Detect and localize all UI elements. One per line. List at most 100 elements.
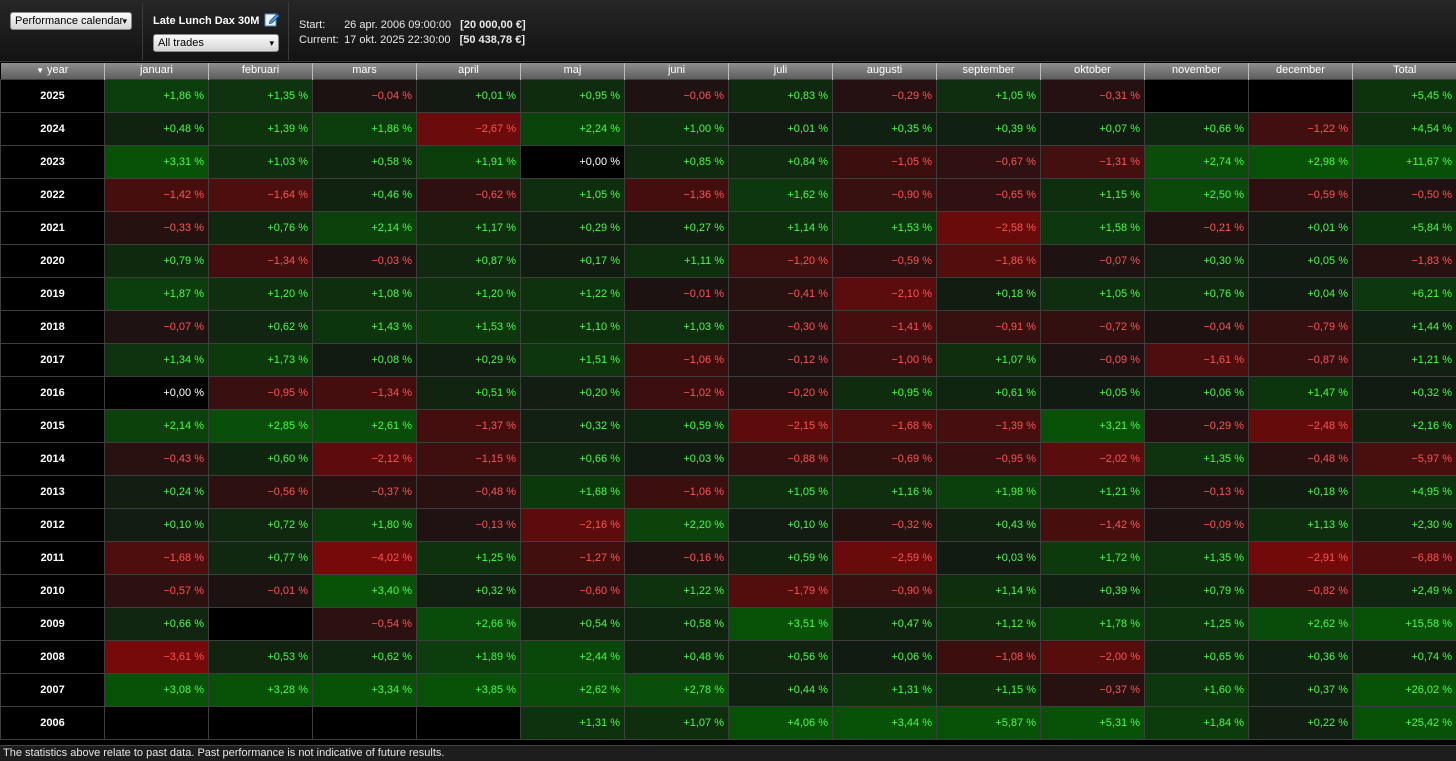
month-cell: −1,86 % [936,243,1041,278]
month-cell: −0,95 % [936,441,1041,476]
month-cell: +1,05 % [520,177,625,212]
month-cell: −0,91 % [936,309,1041,344]
month-cell: −0,37 % [1040,672,1145,707]
month-cell: −0,59 % [1248,177,1353,212]
month-cell: +0,32 % [520,408,625,443]
month-cell: +1,07 % [624,705,729,740]
month-cell: −0,67 % [936,144,1041,179]
total-cell: +0,74 % [1352,639,1456,674]
column-header-11[interactable]: november [1144,63,1249,79]
month-cell: +1,31 % [520,705,625,740]
month-cell: −0,33 % [104,210,209,245]
column-header-label: juli [773,64,788,77]
month-cell: +1,86 % [104,78,209,113]
month-cell: −0,01 % [624,276,729,311]
month-cell: +5,31 % [1040,705,1145,740]
table-row: 2008 −3,61 % +0,53 % +0,62 % +1,89 % +2,44 % +… [0,639,1456,674]
month-cell: −1,02 % [624,375,729,410]
month-cell: +2,61 % [312,408,417,443]
month-cell: +0,20 % [520,375,625,410]
month-cell: +0,01 % [1248,210,1353,245]
column-header-12[interactable]: december [1248,63,1353,79]
month-cell: +5,87 % [936,705,1041,740]
trades-filter-select[interactable]: All trades ▾ [153,34,279,52]
month-cell: −0,41 % [728,276,833,311]
year-cell: 2024 [0,111,105,146]
month-cell: +1,15 % [1040,177,1145,212]
month-cell [104,705,209,740]
year-cell: 2016 [0,375,105,410]
column-header-4[interactable]: april [416,63,521,79]
month-cell: −1,61 % [1144,342,1249,377]
total-cell: +1,44 % [1352,309,1456,344]
table-row: 2015 +2,14 % +2,85 % +2,61 % −1,37 % +0,32 % +… [0,408,1456,443]
month-cell: +1,98 % [936,474,1041,509]
month-cell: −0,82 % [1248,573,1353,608]
month-cell: +0,29 % [520,210,625,245]
month-cell: −1,06 % [624,342,729,377]
system-name: Late Lunch Dax 30M [153,15,260,27]
column-header-0[interactable]: ▼ year [0,63,105,79]
month-cell: −0,54 % [312,606,417,641]
month-cell: +0,06 % [1144,375,1249,410]
column-header-13[interactable]: Total [1352,63,1456,79]
column-header-6[interactable]: juni [624,63,729,79]
total-cell: +2,49 % [1352,573,1456,608]
month-cell: −0,87 % [1248,342,1353,377]
year-cell: 2023 [0,144,105,179]
column-header-10[interactable]: oktober [1040,63,1145,79]
year-cell: 2008 [0,639,105,674]
month-cell: +0,59 % [728,540,833,575]
month-cell [208,705,313,740]
month-cell: +2,14 % [104,408,209,443]
month-cell: +1,25 % [1144,606,1249,641]
column-header-label: september [962,64,1015,77]
edit-icon[interactable] [264,11,280,27]
month-cell [416,705,521,740]
month-cell: −2,15 % [728,408,833,443]
month-cell: +1,80 % [312,507,417,542]
column-header-7[interactable]: juli [728,63,833,79]
month-cell: −0,59 % [832,243,937,278]
month-cell: +1,39 % [208,111,313,146]
month-cell: +0,06 % [832,639,937,674]
month-cell: −1,34 % [312,375,417,410]
month-cell: +2,74 % [1144,144,1249,179]
column-header-2[interactable]: februari [208,63,313,79]
month-cell: +2,78 % [624,672,729,707]
month-cell: +1,22 % [520,276,625,311]
column-header-3[interactable]: mars [312,63,417,79]
column-header-8[interactable]: augusti [832,63,937,79]
view-select[interactable]: Performance calendar ▾ [10,12,132,30]
column-header-label: december [1276,64,1325,77]
month-cell: +0,39 % [1040,573,1145,608]
total-cell: −6,88 % [1352,540,1456,575]
total-cell: +5,45 % [1352,78,1456,113]
table-header-row: ▼ year januari februari mars april maj juni juli… [0,63,1456,79]
total-cell: +4,95 % [1352,474,1456,509]
month-cell: −0,30 % [728,309,833,344]
month-cell [1248,78,1353,113]
month-cell: +1,21 % [1040,474,1145,509]
month-cell: +1,05 % [936,78,1041,113]
current-date: 17 okt. 2025 22:30:00 [344,34,451,46]
month-cell: +1,51 % [520,342,625,377]
month-cell: −0,56 % [208,474,313,509]
month-cell: −1,08 % [936,639,1041,674]
column-header-1[interactable]: januari [104,63,209,79]
month-cell: +1,58 % [1040,210,1145,245]
column-header-9[interactable]: september [936,63,1041,79]
month-cell: −0,48 % [1248,441,1353,476]
year-cell: 2022 [0,177,105,212]
year-cell: 2018 [0,309,105,344]
year-cell: 2019 [0,276,105,311]
month-cell: −1,27 % [520,540,625,575]
month-cell: −2,16 % [520,507,625,542]
current-amount: [50 438,78 €] [459,34,525,46]
month-cell: +3,28 % [208,672,313,707]
column-header-5[interactable]: maj [520,63,625,79]
month-cell: −0,62 % [416,177,521,212]
month-cell: +0,39 % [936,111,1041,146]
month-cell: −0,90 % [832,573,937,608]
toolbar-divider [288,2,289,60]
